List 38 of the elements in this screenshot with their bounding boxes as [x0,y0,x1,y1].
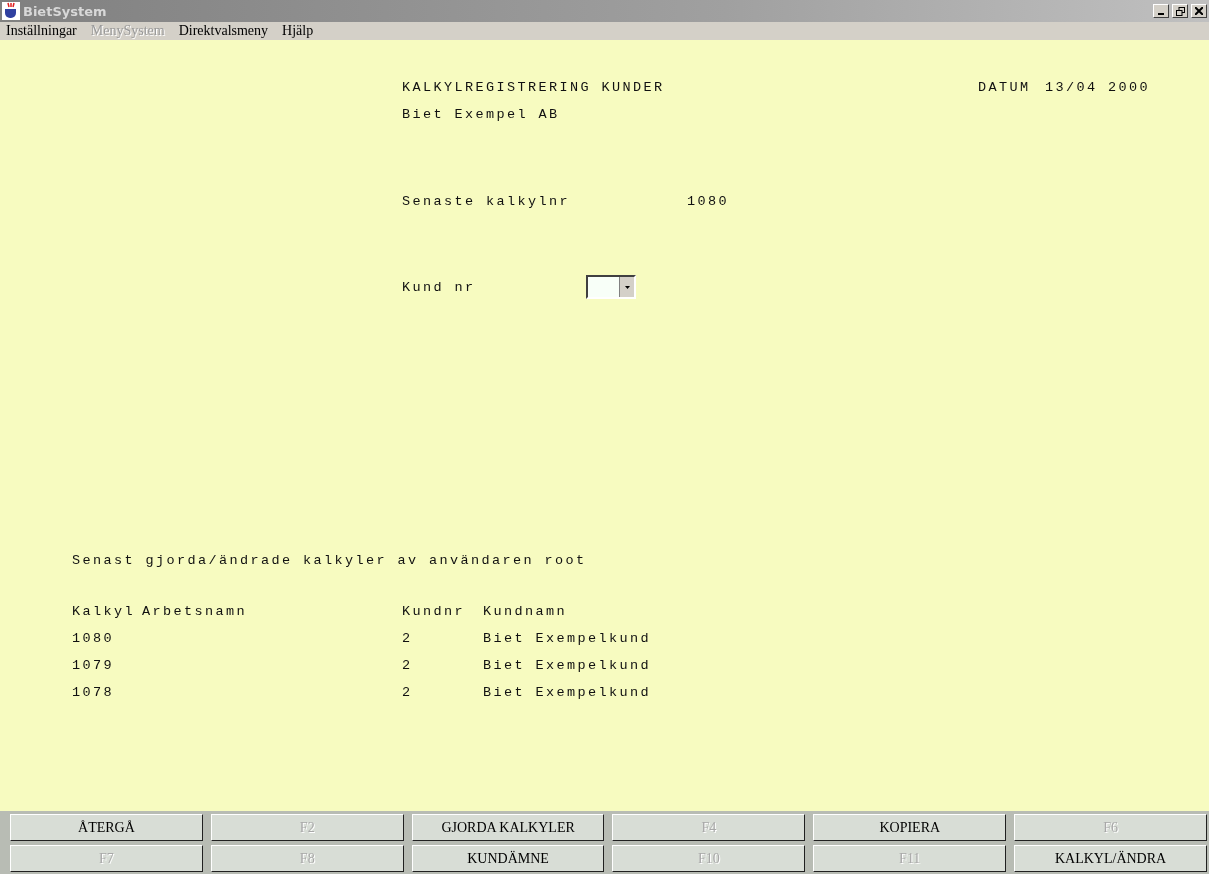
restore-button[interactable] [1172,4,1188,18]
column-header: Kundnr [402,604,466,619]
table-cell-text: 2 [402,658,414,673]
table-cell-text: 1078 [72,685,115,700]
window-title: BietSystem [23,3,108,19]
menu-item[interactable]: Direktvalsmeny [178,23,269,39]
menu-item[interactable]: Inställningar [6,23,77,39]
caret-icon [624,285,630,289]
company-name: Biet Exempel AB [402,107,561,122]
column-header: Kundnamn [483,604,568,619]
function-key-button[interactable]: GJORDA KALKYLER [411,814,605,841]
function-key-button[interactable]: KOPIERA [813,814,1007,841]
field-label: Senaste kalkylnr [402,194,572,209]
customer-combo-box[interactable] [586,275,636,299]
section-caption: Senast gjorda/ändrade kalkyler av användaren root [71,553,588,568]
table-cell-text: 1079 [72,658,115,673]
close-icon [1195,7,1203,15]
table-cell-text: 2 [402,685,414,700]
column-header: Arbetsnamn [142,604,248,619]
table-cell-text: 1080 [72,631,115,646]
table-cell-text: 2 [402,631,414,646]
form-title: KALKYLREGISTRERING KUNDER [402,80,666,95]
field-value: 1080 [687,194,730,209]
table-cell-text: Biet Exempelkund [483,685,653,700]
menu-item[interactable]: Hjälp [282,23,314,39]
field-label: Kund nr [402,279,477,295]
table-cell-text: Biet Exempelkund [483,658,653,673]
column-header: Kalkyl [72,604,136,619]
function-key-button[interactable]: ÅTERGÅ [10,814,203,841]
restore-icon [1175,6,1185,16]
function-key-button[interactable]: KALKYL/ÄNDRA [1014,845,1207,872]
minimize-button[interactable] [1153,4,1169,18]
cup-icon [2,2,20,20]
date-label: DATUM [978,80,1032,95]
function-key-button[interactable]: KUNDÄMNE [411,845,605,872]
table-cell-text: Biet Exempelkund [483,631,653,646]
close-button[interactable] [1191,4,1207,18]
date-value: 13/04 2000 [1045,80,1151,95]
